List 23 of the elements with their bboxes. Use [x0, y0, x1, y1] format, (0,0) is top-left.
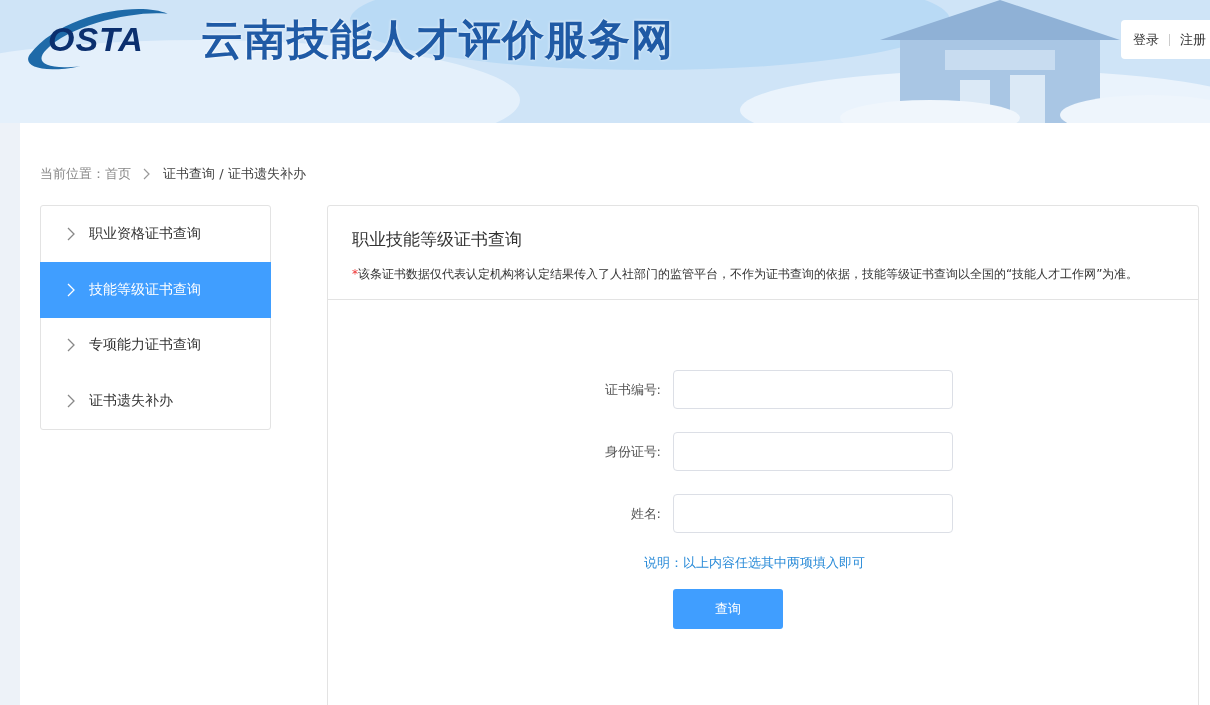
hint-text: 说明：以上内容任选其中两项填入即可 [644, 554, 866, 572]
chevron-icon [67, 338, 75, 353]
chevron-icon [143, 168, 151, 180]
auth-link[interactable]: 注册 [1180, 30, 1206, 49]
input-field[interactable] [673, 370, 953, 409]
chevron-icon [67, 226, 75, 241]
chevron-icon [67, 394, 75, 409]
breadcrumb-link[interactable]: 首页 [105, 165, 131, 183]
chevron-icon [67, 282, 75, 297]
panel-title: 职业技能等级证书查询 [352, 228, 523, 251]
site-title: 云南技能人才评价服务网 [201, 14, 674, 66]
sidebar-item[interactable]: 专项能力证书查询 [41, 317, 270, 374]
breadcrumb-link[interactable]: 证书查询 / 证书遗失补办 [163, 165, 306, 183]
auth-link[interactable]: 登录 [1133, 30, 1159, 49]
sidebar-item[interactable]: 证书遗失补办 [41, 373, 270, 429]
field-label: 姓名: [629, 504, 661, 523]
sidebar-item[interactable]: 职业资格证书查询 [41, 206, 270, 262]
input-field[interactable] [673, 494, 953, 533]
notice-text: *该条证书数据仅代表认定机构将认定结果传入了人社部门的监管平台，不作为证书查询的依据，技能等级证书查询以全国的“技能人才工作网”为准。 [352, 266, 1140, 283]
field-label: 身份证号: [603, 442, 661, 461]
input-field[interactable] [673, 432, 953, 471]
field-label: 证书编号: [603, 380, 661, 399]
breadcrumb-label: 当前位置： [40, 165, 105, 183]
